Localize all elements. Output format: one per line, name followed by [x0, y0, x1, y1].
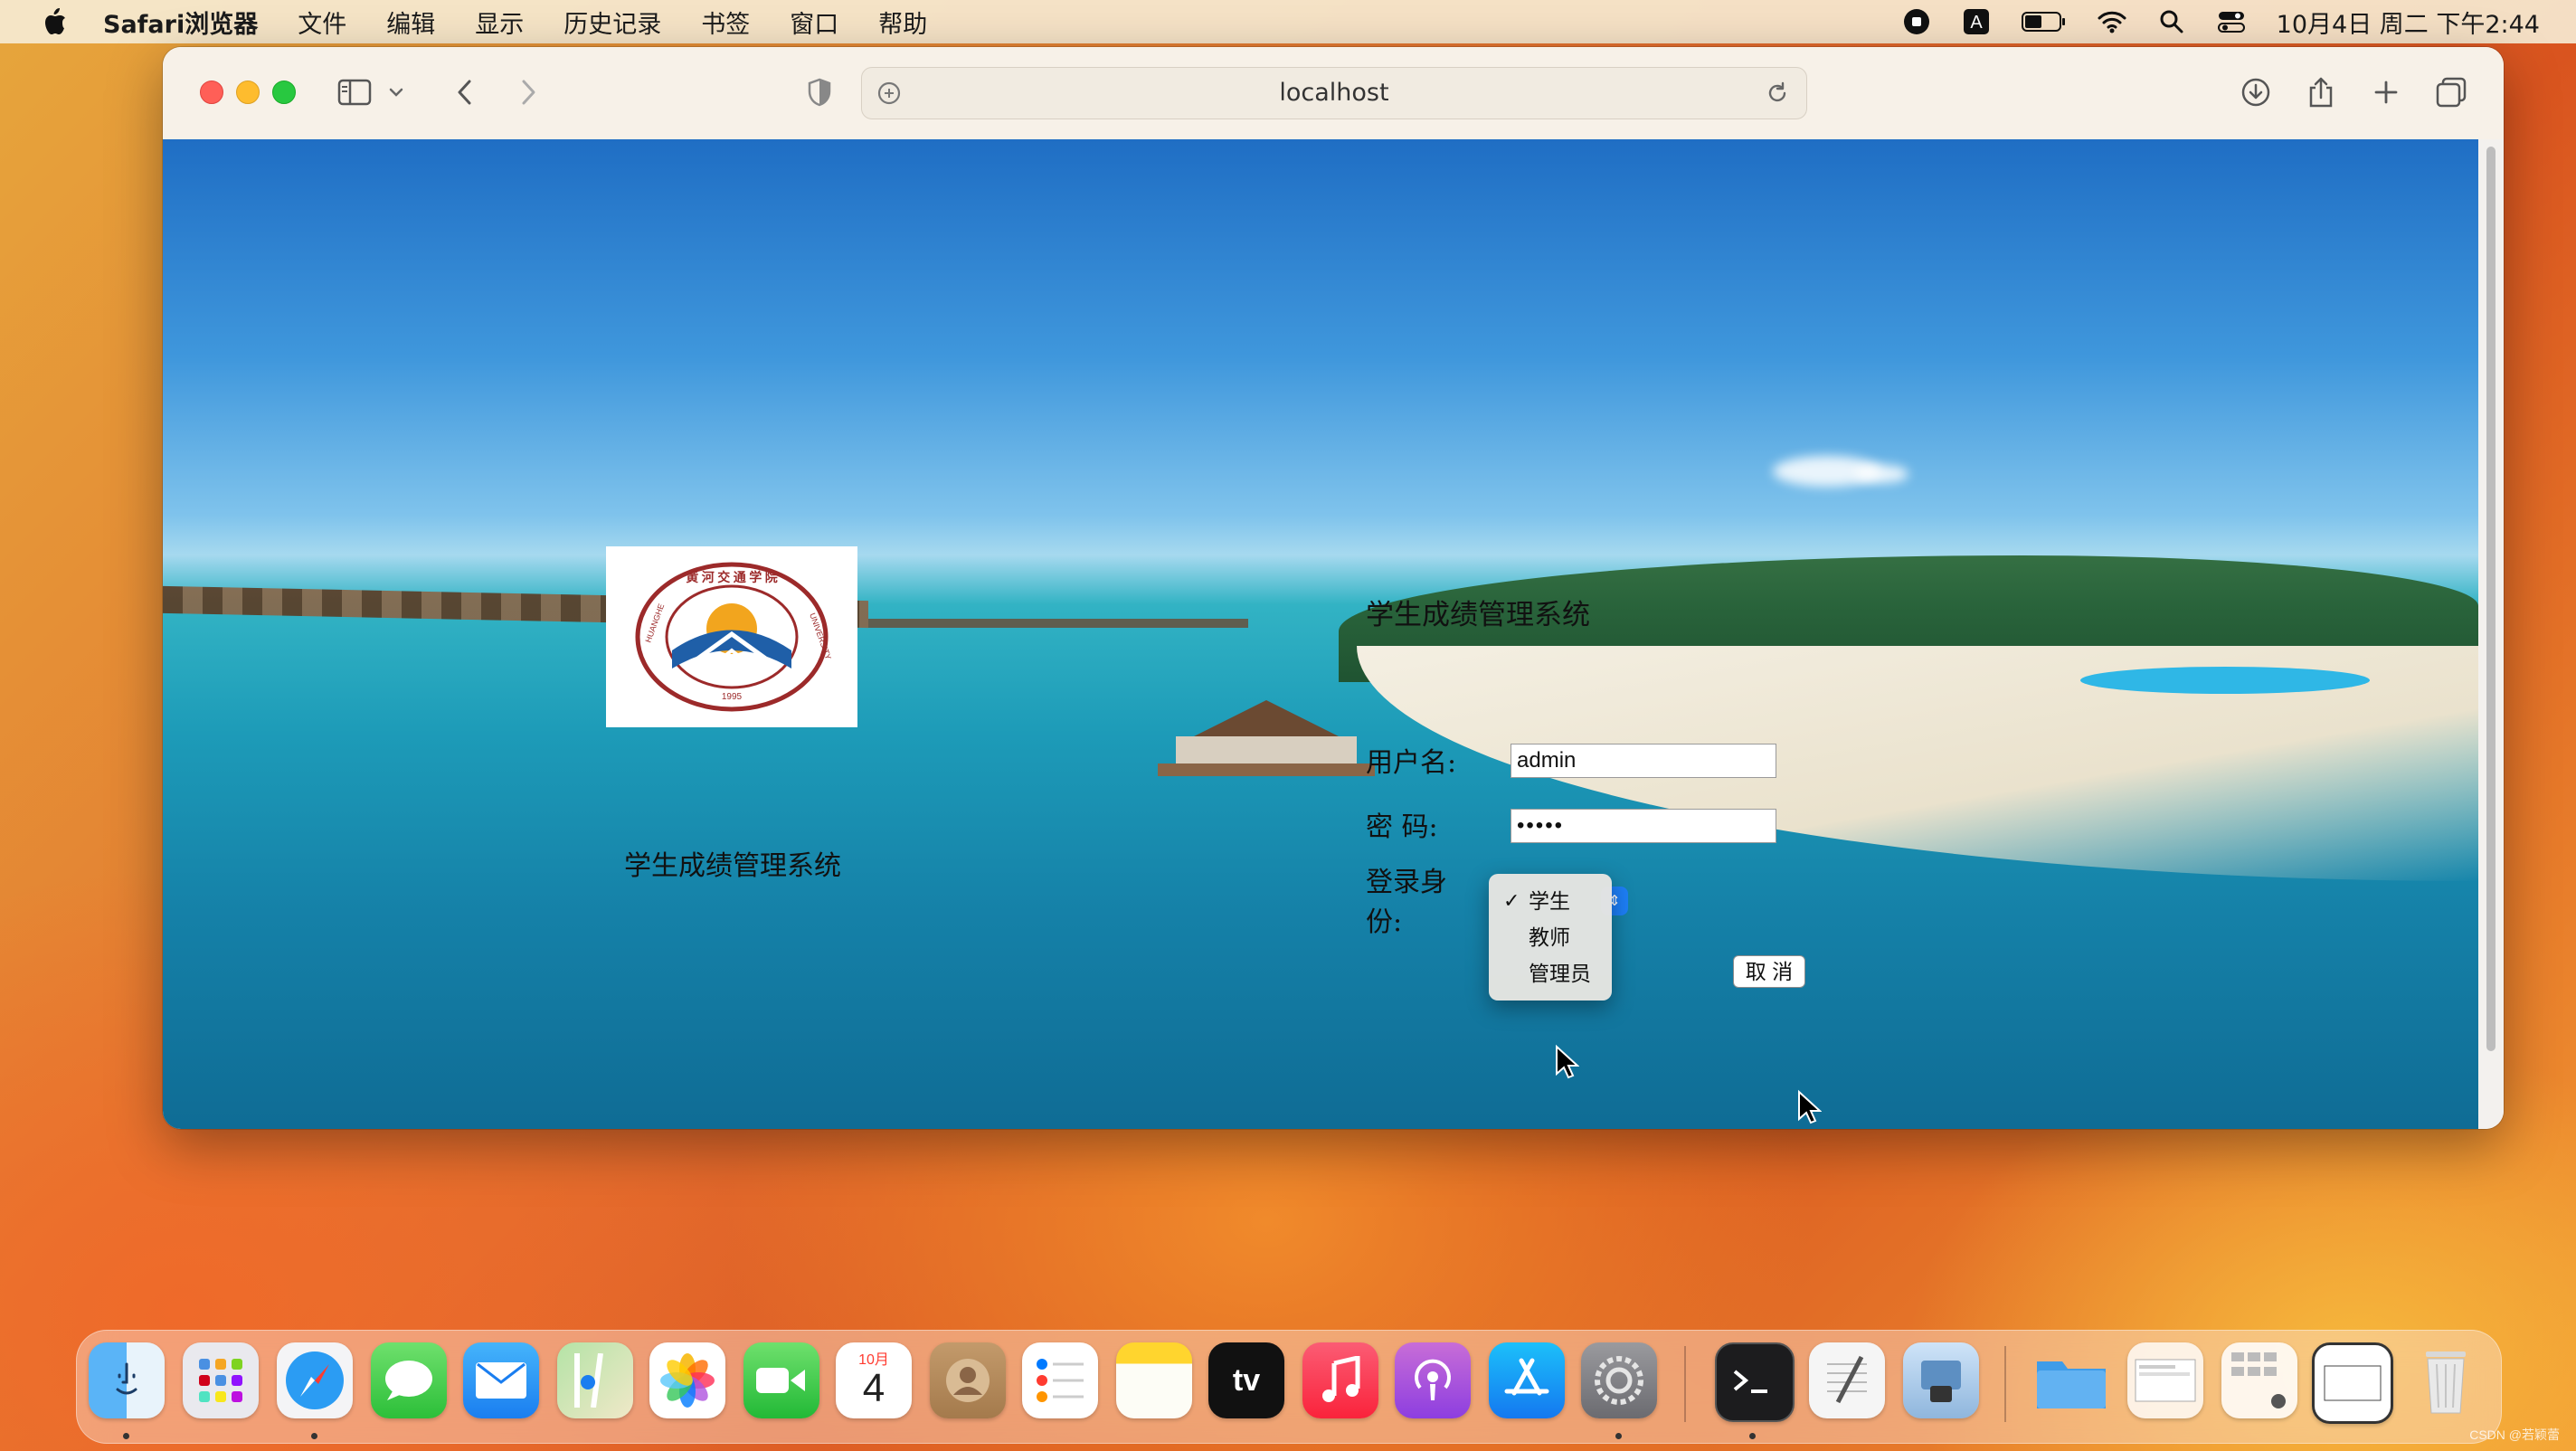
background-pier — [868, 619, 1248, 628]
background-cloud — [1854, 465, 1908, 483]
dock-music-icon[interactable] — [1302, 1342, 1378, 1418]
share-icon[interactable] — [2303, 74, 2339, 110]
download-icon[interactable] — [2238, 74, 2274, 110]
mouse-pointer-icon — [1798, 1089, 1822, 1124]
background-pool — [2080, 667, 2370, 694]
calendar-day: 4 — [862, 1366, 886, 1410]
dock-window-thumbnail-icon[interactable] — [2221, 1342, 2297, 1418]
sidebar-icon[interactable] — [336, 74, 373, 110]
page-scrollbar[interactable] — [2478, 139, 2504, 1129]
role-option-teacher[interactable]: 教师 — [1489, 919, 1612, 955]
dock-finder-icon[interactable] — [89, 1342, 165, 1418]
battery-icon[interactable] — [2021, 7, 2067, 36]
menu-view[interactable]: 显示 — [475, 5, 524, 40]
dock-system-settings-icon[interactable] — [1581, 1342, 1657, 1418]
privacy-shield-icon[interactable] — [801, 74, 838, 110]
input-method-icon[interactable]: A — [1962, 7, 1991, 36]
reload-icon[interactable] — [1759, 75, 1795, 111]
address-bar[interactable]: localhost — [861, 67, 1807, 119]
scrollbar-thumb[interactable] — [2486, 147, 2496, 1051]
running-indicator — [123, 1433, 129, 1439]
safari-window: localhost 1995 黄 河 交 通 学 院 HUANGHE UNIVE… — [163, 47, 2504, 1129]
dock-appletv-icon[interactable]: tv — [1208, 1342, 1284, 1418]
dock-contacts-icon[interactable] — [930, 1342, 1006, 1418]
dock-facetime-icon[interactable] — [743, 1342, 819, 1418]
role-label: 登录身份: — [1366, 867, 1447, 938]
cancel-button[interactable]: 取 消 — [1733, 955, 1805, 988]
logo-caption: 学生成绩管理系统 — [624, 850, 841, 882]
svg-text:A: A — [1970, 13, 1983, 33]
mouse-pointer-icon — [1556, 1044, 1579, 1079]
dock-mail-icon[interactable] — [463, 1342, 539, 1418]
url-text[interactable]: localhost — [862, 68, 1806, 119]
running-indicator — [1615, 1433, 1622, 1439]
browser-toolbar: localhost — [163, 47, 2504, 140]
dock-trash-icon[interactable] — [2408, 1342, 2484, 1418]
dock-calendar-icon[interactable]: 10月 4 — [836, 1342, 912, 1418]
menu-edit[interactable]: 编辑 — [386, 5, 435, 40]
svg-text:黄 河 交 通 学 院: 黄 河 交 通 学 院 — [686, 570, 778, 585]
role-option-label: 学生 — [1529, 889, 1570, 913]
dock-maps-icon[interactable] — [557, 1342, 633, 1418]
password-input[interactable]: ••••• — [1511, 809, 1776, 843]
watermark: CSDN @若颖蕾 — [2469, 1427, 2560, 1442]
role-option-label: 教师 — [1529, 925, 1570, 949]
dock-window-thumbnail-icon[interactable] — [2312, 1342, 2393, 1424]
login-form-title: 学生成绩管理系统 — [1366, 599, 1590, 631]
menu-window[interactable]: 窗口 — [790, 5, 838, 40]
dock-messages-icon[interactable] — [371, 1342, 447, 1418]
close-window-button[interactable] — [200, 81, 223, 104]
menu-file[interactable]: 文件 — [298, 5, 346, 40]
dock-folder-icon[interactable] — [2033, 1342, 2109, 1418]
control-center-icon[interactable] — [2217, 7, 2246, 36]
apple-menu-icon[interactable] — [36, 4, 72, 40]
dock-photos-icon[interactable] — [649, 1342, 725, 1418]
tab-overview-icon[interactable] — [2433, 74, 2469, 110]
password-label: 密 码: — [1366, 811, 1438, 843]
university-logo: 1995 黄 河 交 通 学 院 HUANGHE UNIVERSITY — [606, 546, 857, 727]
back-icon[interactable] — [447, 74, 483, 110]
screen-record-icon[interactable] — [1902, 7, 1931, 36]
menu-clock[interactable]: 10月4日 周二 下午2:44 — [2277, 5, 2540, 40]
username-input[interactable]: admin — [1511, 744, 1776, 778]
background-hut — [1158, 700, 1375, 791]
running-indicator — [1749, 1433, 1756, 1439]
university-seal-icon: 1995 黄 河 交 通 学 院 HUANGHE UNIVERSITY — [635, 562, 831, 712]
dock-window-thumbnail-icon[interactable] — [2127, 1342, 2203, 1418]
dock-textedit-icon[interactable] — [1809, 1342, 1885, 1418]
dock-separator — [2004, 1346, 2006, 1422]
dock-launchpad-icon[interactable] — [183, 1342, 259, 1418]
chevron-down-icon[interactable] — [385, 74, 407, 110]
dock-appstore-icon[interactable] — [1489, 1342, 1565, 1418]
web-page: 1995 黄 河 交 通 学 院 HUANGHE UNIVERSITY 学生成绩… — [163, 139, 2478, 1129]
dock-podcasts-icon[interactable] — [1395, 1342, 1471, 1418]
dock-separator — [1684, 1346, 1686, 1422]
role-option-admin[interactable]: 管理员 — [1489, 955, 1612, 991]
username-label: 用户名: — [1366, 747, 1457, 779]
app-name-menu[interactable]: Safari浏览器 — [103, 5, 258, 40]
running-indicator — [311, 1433, 317, 1439]
dock-terminal-icon[interactable] — [1715, 1342, 1795, 1422]
menu-bookmarks[interactable]: 书签 — [701, 5, 750, 40]
zoom-window-button[interactable] — [272, 81, 296, 104]
dock-notes-icon[interactable] — [1116, 1342, 1192, 1418]
new-tab-icon[interactable] — [2368, 74, 2404, 110]
dock-reminders-icon[interactable] — [1022, 1342, 1098, 1418]
menu-history[interactable]: 历史记录 — [564, 5, 661, 40]
dock-safari-icon[interactable] — [277, 1342, 353, 1418]
menu-bar: Safari浏览器 文件 编辑 显示 历史记录 书签 窗口 帮助 A 10月4日… — [0, 0, 2576, 43]
menu-help[interactable]: 帮助 — [878, 5, 927, 40]
checkmark-icon: ✓ — [1503, 889, 1520, 912]
forward-icon[interactable] — [510, 74, 546, 110]
appletv-label: tv — [1232, 1362, 1261, 1398]
role-dropdown-menu: ✓ 学生 教师 管理员 — [1489, 874, 1612, 1001]
dock-preview-icon[interactable] — [1903, 1342, 1979, 1418]
role-option-student[interactable]: ✓ 学生 — [1489, 883, 1612, 919]
minimize-window-button[interactable] — [236, 81, 260, 104]
spotlight-search-icon[interactable] — [2157, 7, 2186, 36]
wifi-icon[interactable] — [2098, 7, 2126, 36]
role-option-label: 管理员 — [1529, 962, 1591, 985]
svg-text:1995: 1995 — [722, 692, 743, 702]
